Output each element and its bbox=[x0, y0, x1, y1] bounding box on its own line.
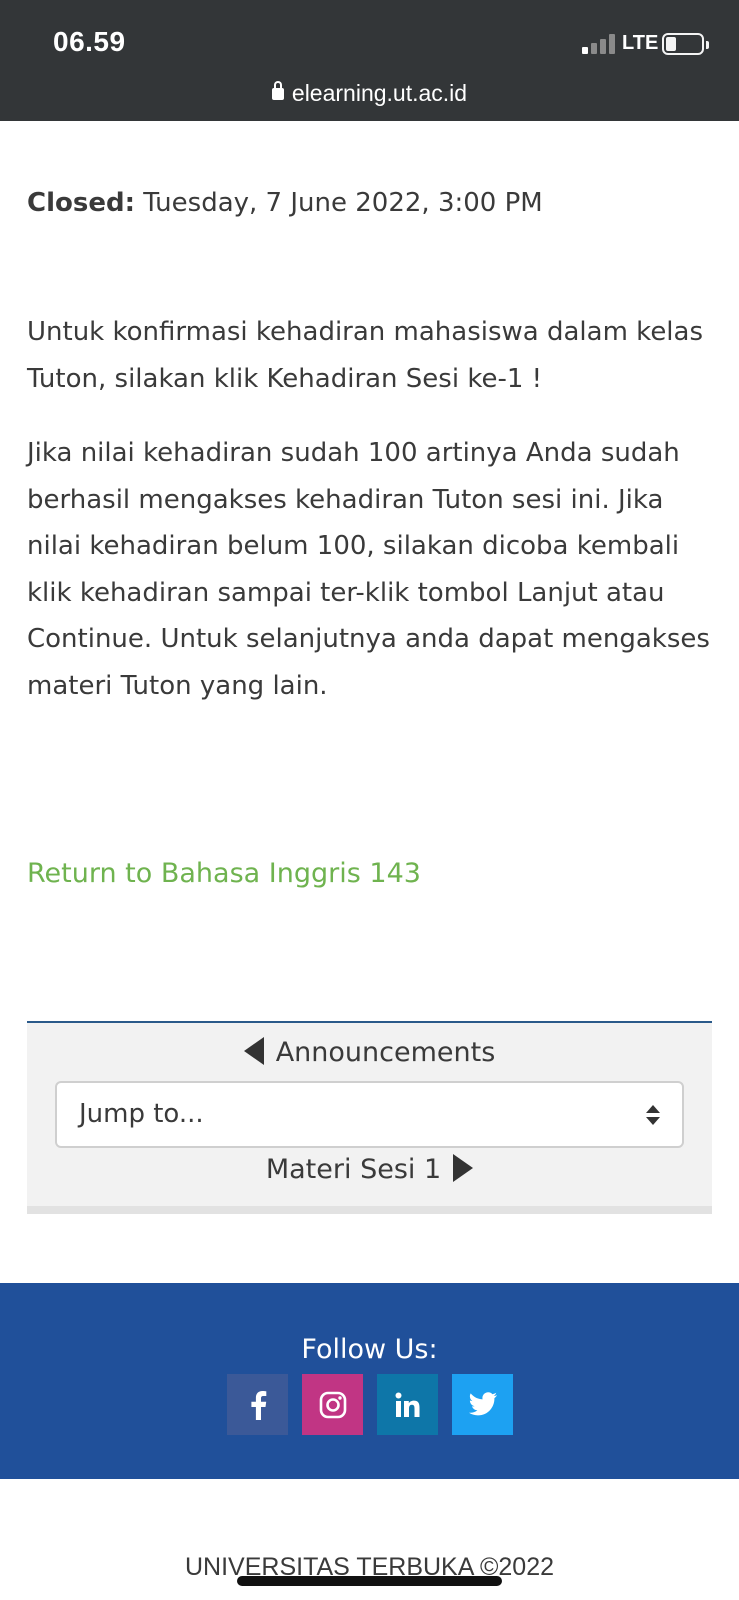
return-to-course-link[interactable]: Return to Bahasa Inggris 143 bbox=[27, 858, 421, 889]
network-type: LTE bbox=[622, 32, 659, 54]
site-footer: Follow Us: bbox=[0, 1283, 739, 1479]
twitter-icon[interactable] bbox=[452, 1374, 513, 1435]
closed-date: Closed: Tuesday, 7 June 2022, 3:00 PM bbox=[27, 188, 543, 218]
next-activity-label: Materi Sesi 1 bbox=[265, 1154, 442, 1185]
facebook-icon[interactable] bbox=[227, 1374, 288, 1435]
arrow-right-icon bbox=[453, 1154, 474, 1182]
select-arrows-icon bbox=[646, 1105, 660, 1127]
signal-icon bbox=[582, 34, 618, 54]
closed-value: Tuesday, 7 June 2022, 3:00 PM bbox=[134, 188, 543, 218]
url-bar[interactable]: elearning.ut.ac.id bbox=[0, 80, 739, 107]
activity-navigation: Announcements Jump to... Materi Sesi 1 bbox=[27, 1021, 712, 1214]
prev-activity-label: Announcements bbox=[275, 1037, 496, 1068]
jump-to-select[interactable]: Jump to... bbox=[55, 1081, 684, 1148]
closed-label: Closed: bbox=[27, 188, 135, 218]
instagram-icon[interactable] bbox=[302, 1374, 363, 1435]
arrow-left-icon bbox=[243, 1037, 264, 1065]
intro-paragraph: Untuk konfirmasi kehadiran mahasiswa dal… bbox=[27, 317, 704, 394]
prev-activity-link[interactable]: Announcements bbox=[27, 1037, 712, 1068]
linkedin-icon[interactable] bbox=[377, 1374, 438, 1435]
home-indicator[interactable] bbox=[237, 1576, 502, 1586]
jump-to-value: Jump to... bbox=[79, 1099, 204, 1129]
nav-divider bbox=[27, 1206, 712, 1214]
instruction-paragraph: Jika nilai kehadiran sudah 100 artinya A… bbox=[27, 438, 710, 701]
status-time: 06.59 bbox=[53, 26, 126, 57]
battery-icon bbox=[662, 33, 709, 55]
url-text: elearning.ut.ac.id bbox=[291, 80, 468, 106]
lock-icon bbox=[271, 81, 284, 100]
next-activity-link[interactable]: Materi Sesi 1 bbox=[27, 1154, 712, 1185]
browser-status-bar: 06.59 LTE elearning.ut.ac.id bbox=[0, 0, 739, 121]
follow-us-label: Follow Us: bbox=[301, 1334, 438, 1365]
